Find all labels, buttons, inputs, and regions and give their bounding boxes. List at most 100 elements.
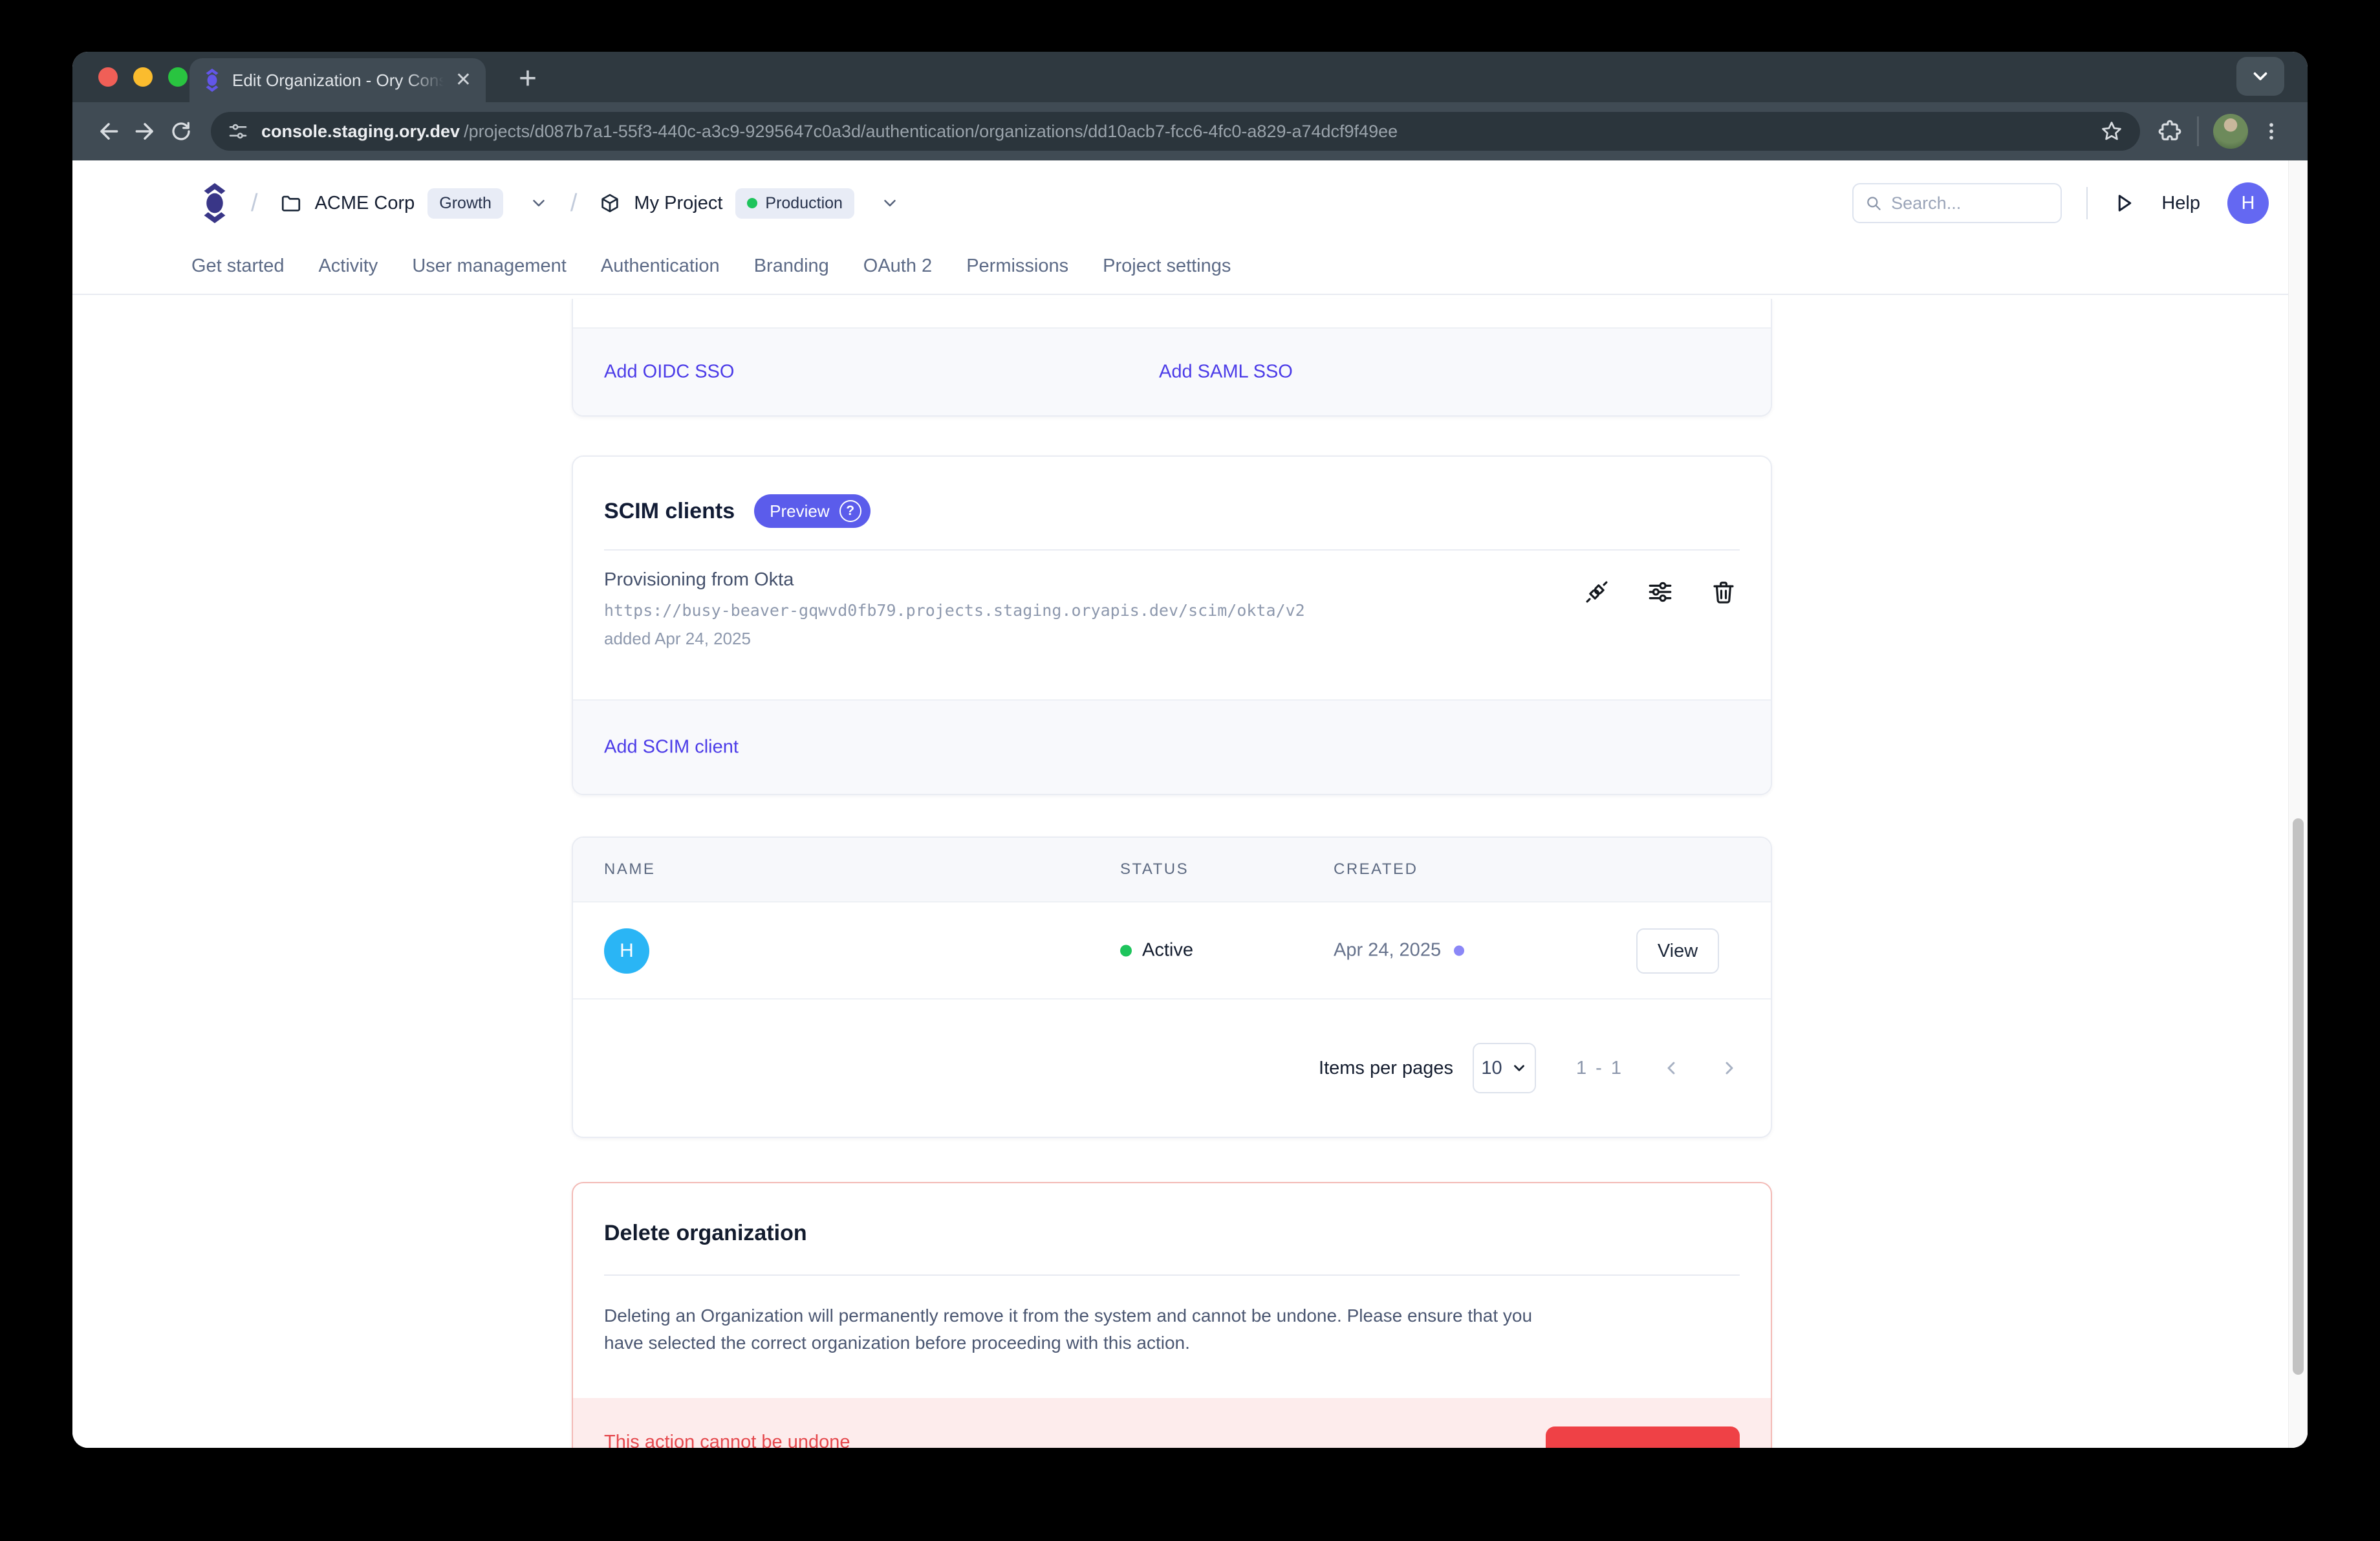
nav-tab-project-settings[interactable]: Project settings: [1103, 256, 1231, 277]
search-box[interactable]: [1852, 183, 2062, 223]
delete-scim-client-button[interactable]: [1710, 578, 1737, 606]
view-button[interactable]: View: [1636, 928, 1719, 974]
organization-table-card: NAME STATUS CREATED H Active Apr 24, 202…: [572, 836, 1772, 1138]
scim-client-name: Provisioning from Okta: [604, 569, 1305, 591]
preview-badge[interactable]: Preview ?: [754, 494, 870, 528]
browser-profile-avatar[interactable]: [2213, 114, 2248, 149]
tab-strip: Edit Organization - Ory Conso ✕ +: [72, 52, 2308, 102]
scim-client-added-date: added Apr 24, 2025: [604, 629, 1305, 649]
created-cell: Apr 24, 2025: [1334, 940, 1464, 961]
zoom-window-button[interactable]: [168, 67, 188, 87]
delete-warning-text: This action cannot be undone: [604, 1432, 850, 1448]
breadcrumb-separator: /: [570, 190, 578, 217]
project-switcher[interactable]: My Project Production: [599, 188, 900, 219]
delete-card-footer: This action cannot be undone Delete orga…: [573, 1398, 1771, 1448]
chevron-down-icon: [1511, 1060, 1528, 1077]
created-date: Apr 24, 2025: [1334, 940, 1441, 961]
test-connection-button[interactable]: [1583, 578, 1610, 606]
column-header-created: CREATED: [1334, 860, 1418, 879]
nav-tab-permissions[interactable]: Permissions: [966, 256, 1068, 277]
sliders-icon: [1647, 578, 1674, 606]
help-link[interactable]: Help: [2161, 193, 2200, 214]
workspace-name: ACME Corp: [315, 193, 415, 214]
configure-button[interactable]: [1647, 578, 1674, 606]
nav-tab-get-started[interactable]: Get started: [191, 256, 284, 277]
sso-card-footer: Add OIDC SSO Add SAML SSO: [573, 327, 1771, 415]
created-indicator-dot: [1454, 945, 1464, 956]
playground-icon[interactable]: [2112, 191, 2136, 215]
scrollbar-thumb[interactable]: [2293, 818, 2304, 1375]
ory-logo[interactable]: [200, 183, 229, 223]
status-dot: [1120, 945, 1132, 956]
delete-card-description: Deleting an Organization will permanentl…: [604, 1302, 1542, 1357]
status-cell: Active: [1120, 940, 1193, 961]
column-header-name: NAME: [604, 860, 655, 879]
user-avatar[interactable]: H: [2227, 182, 2269, 224]
delete-card-title: Delete organization: [604, 1221, 807, 1246]
chevron-right-icon: [1719, 1058, 1740, 1078]
scim-client-url: https://busy-beaver-gqwvd0fb79.projects.…: [604, 601, 1305, 620]
nav-tab-authentication[interactable]: Authentication: [601, 256, 720, 277]
console-header: / ACME Corp Growth / My Project: [72, 160, 2308, 295]
tab-close-icon[interactable]: ✕: [455, 71, 471, 90]
status-label: Active: [1142, 940, 1193, 961]
close-window-button[interactable]: [98, 67, 118, 87]
items-per-page-value: 10: [1481, 1058, 1502, 1079]
delete-organization-button[interactable]: Delete organization: [1546, 1426, 1740, 1448]
previous-page-button[interactable]: [1661, 1058, 1682, 1078]
header-divider: [2086, 187, 2088, 219]
scim-clients-card: SCIM clients Preview ? Provisioning from…: [572, 455, 1772, 795]
address-bar[interactable]: console.staging.ory.dev /projects/d087b7…: [211, 112, 2140, 151]
delete-organization-card: Delete organization Deleting an Organiza…: [572, 1182, 1772, 1448]
organization-avatar: H: [604, 928, 649, 974]
bookmark-star-icon[interactable]: [2100, 120, 2123, 143]
environment-status-dot: [747, 198, 757, 208]
back-button[interactable]: [91, 113, 127, 149]
help-circle-icon[interactable]: ?: [839, 500, 861, 522]
new-tab-button[interactable]: +: [519, 61, 537, 96]
minimize-window-button[interactable]: [133, 67, 153, 87]
pagination-bar: Items per pages 10 1 - 1: [573, 1000, 1771, 1137]
site-settings-icon[interactable]: [228, 121, 248, 142]
organization-page: Add OIDC SSO Add SAML SSO SCIM clients P…: [72, 299, 2308, 1448]
page-viewport: / ACME Corp Growth / My Project: [72, 160, 2308, 1448]
nav-tab-branding[interactable]: Branding: [754, 256, 829, 277]
reload-button[interactable]: [163, 113, 199, 149]
divider: [604, 1274, 1740, 1276]
ory-favicon: [204, 69, 221, 92]
project-name: My Project: [634, 193, 722, 214]
tab-title: Edit Organization - Ory Conso: [232, 71, 444, 91]
workspace-switcher[interactable]: ACME Corp Growth: [280, 188, 548, 219]
chevron-down-icon: [2249, 65, 2271, 87]
page-scrollbar[interactable]: [2288, 160, 2308, 1448]
items-per-page-select[interactable]: 10: [1473, 1043, 1536, 1093]
search-input[interactable]: [1891, 193, 2049, 213]
nav-tab-oauth2[interactable]: OAuth 2: [863, 256, 932, 277]
tab-search-button[interactable]: [2236, 57, 2284, 96]
chevron-down-icon: [880, 193, 900, 213]
extensions-icon[interactable]: [2152, 113, 2188, 149]
breadcrumb: / ACME Corp Growth / My Project: [200, 177, 2269, 229]
scim-client-actions: [1583, 578, 1737, 606]
scim-client-entry: Provisioning from Okta https://busy-beav…: [604, 569, 1305, 649]
next-page-button[interactable]: [1719, 1058, 1740, 1078]
nav-tab-user-management[interactable]: User management: [412, 256, 567, 277]
url-path: /projects/d087b7a1-55f3-440c-a3c9-929564…: [464, 122, 2087, 142]
add-scim-client-link[interactable]: Add SCIM client: [604, 737, 739, 758]
browser-menu-icon[interactable]: [2253, 113, 2289, 149]
column-header-status: STATUS: [1120, 860, 1189, 879]
breadcrumb-separator: /: [251, 190, 258, 217]
add-saml-sso-link[interactable]: Add SAML SSO: [1159, 362, 1293, 383]
items-per-page-label: Items per pages: [1319, 1058, 1453, 1079]
workspace-plan-badge: Growth: [427, 188, 503, 219]
environment-label: Production: [765, 194, 843, 213]
nav-tab-activity[interactable]: Activity: [318, 256, 378, 277]
window-controls: [98, 67, 188, 87]
header-actions: Help H: [1852, 182, 2269, 224]
divider: [604, 549, 1740, 551]
forward-button[interactable]: [127, 113, 163, 149]
browser-tab[interactable]: Edit Organization - Ory Conso ✕: [189, 58, 486, 102]
browser-toolbar: console.staging.ory.dev /projects/d087b7…: [72, 102, 2308, 160]
add-oidc-sso-link[interactable]: Add OIDC SSO: [604, 362, 734, 383]
project-nav: Get started Activity User management Aut…: [191, 256, 1231, 277]
